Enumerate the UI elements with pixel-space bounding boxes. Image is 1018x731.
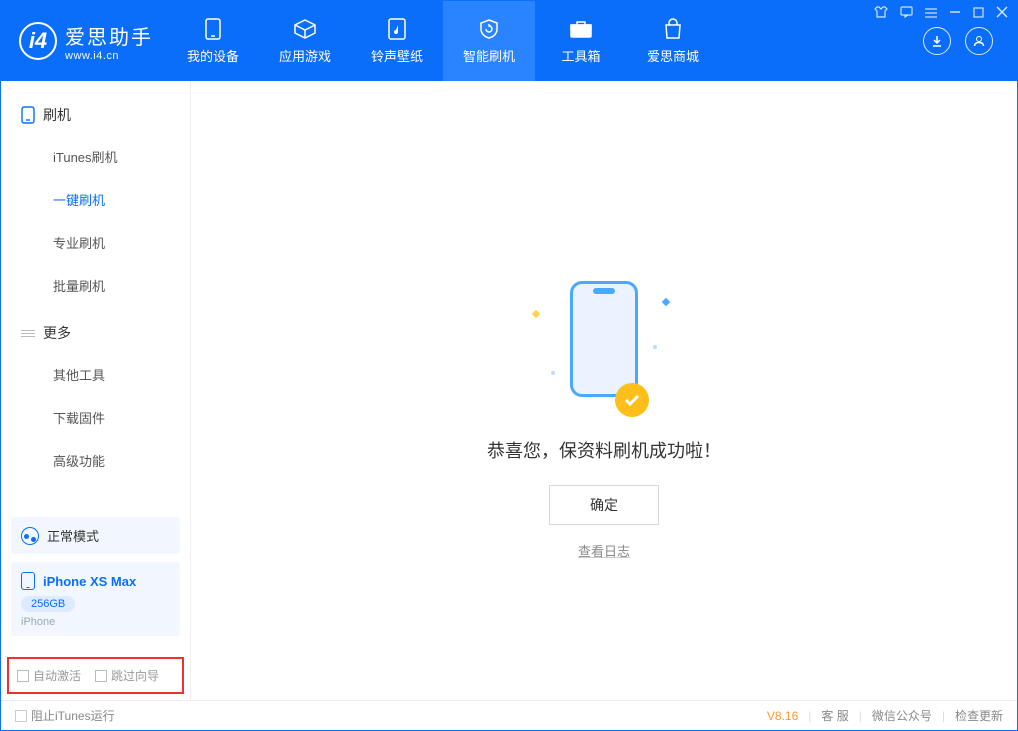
logo-icon: i4 — [19, 22, 57, 60]
tab-label: 应用游戏 — [279, 46, 331, 65]
download-button[interactable] — [923, 27, 951, 55]
sidebar-item-other-tools[interactable]: 其他工具 — [1, 353, 190, 396]
success-message: 恭喜您，保资料刷机成功啦！ — [487, 437, 721, 463]
tab-label: 智能刷机 — [463, 46, 515, 65]
group-label: 更多 — [43, 323, 71, 343]
tab-store[interactable]: 爱思商城 — [627, 1, 719, 81]
checkbox-skip-wizard[interactable]: 跳过向导 — [95, 667, 159, 684]
checkbox-label: 阻止iTunes运行 — [31, 707, 115, 724]
wechat-link[interactable]: 微信公众号 — [872, 707, 932, 724]
sidebar-group-more: 更多 — [1, 317, 190, 353]
sidebar-item-pro-flash[interactable]: 专业刷机 — [1, 221, 190, 264]
checkbox-icon — [15, 710, 27, 722]
app-header: i4 爱思助手 www.i4.cn 我的设备 应用游戏 铃声壁纸 智能刷机 工具… — [1, 1, 1017, 81]
header-right — [923, 27, 1017, 55]
checkbox-block-itunes[interactable]: 阻止iTunes运行 — [15, 707, 115, 724]
feedback-icon[interactable] — [900, 6, 913, 21]
phone-icon — [21, 572, 35, 590]
user-button[interactable] — [965, 27, 993, 55]
main-tabs: 我的设备 应用游戏 铃声壁纸 智能刷机 工具箱 爱思商城 — [167, 1, 719, 81]
storage-badge: 256GB — [21, 596, 75, 612]
tab-label: 工具箱 — [561, 46, 600, 65]
shirt-icon[interactable] — [874, 6, 888, 21]
close-button[interactable] — [996, 6, 1008, 21]
music-file-icon — [384, 18, 410, 40]
device-mode[interactable]: 正常模式 — [11, 517, 180, 554]
device-name: iPhone XS Max — [43, 574, 136, 589]
sidebar-item-itunes-flash[interactable]: iTunes刷机 — [1, 135, 190, 178]
device-type: iPhone — [21, 616, 170, 628]
tab-label: 爱思商城 — [647, 46, 699, 65]
phone-icon — [200, 18, 226, 40]
flash-options: 自动激活 跳过向导 — [7, 657, 184, 694]
brand-logo: i4 爱思助手 www.i4.cn — [1, 21, 167, 62]
view-log-link[interactable]: 查看日志 — [578, 541, 630, 560]
bag-icon — [660, 18, 686, 40]
mode-icon — [21, 527, 39, 545]
mode-label: 正常模式 — [47, 526, 99, 545]
brand-url: www.i4.cn — [65, 50, 153, 62]
device-card[interactable]: iPhone XS Max 256GB iPhone — [11, 562, 180, 636]
shield-refresh-icon — [476, 18, 502, 40]
sidebar-group-flash: 刷机 — [1, 99, 190, 135]
checkbox-icon — [95, 670, 107, 682]
tab-label: 我的设备 — [187, 46, 239, 65]
sidebar-item-advanced[interactable]: 高级功能 — [1, 439, 190, 482]
tab-apps[interactable]: 应用游戏 — [259, 1, 351, 81]
check-update-link[interactable]: 检查更新 — [955, 707, 1003, 724]
device-panel: 正常模式 iPhone XS Max 256GB iPhone — [11, 517, 180, 636]
tab-toolbox[interactable]: 工具箱 — [535, 1, 627, 81]
list-icon — [21, 330, 35, 337]
maximize-button[interactable] — [973, 6, 984, 21]
main-content: 恭喜您，保资料刷机成功啦！ 确定 查看日志 — [191, 81, 1017, 700]
checkbox-label: 跳过向导 — [111, 667, 159, 684]
sidebar-item-onekey-flash[interactable]: 一键刷机 — [1, 178, 190, 221]
tab-ringtones[interactable]: 铃声壁纸 — [351, 1, 443, 81]
version-label: V8.16 — [767, 709, 798, 723]
tab-my-device[interactable]: 我的设备 — [167, 1, 259, 81]
toolbox-icon — [568, 18, 594, 40]
menu-icon[interactable] — [925, 6, 937, 21]
brand-name: 爱思助手 — [65, 21, 153, 50]
sidebar-item-batch-flash[interactable]: 批量刷机 — [1, 264, 190, 307]
minimize-button[interactable] — [949, 6, 961, 21]
tab-label: 铃声壁纸 — [371, 46, 423, 65]
success-illustration — [529, 281, 679, 421]
checkbox-auto-activate[interactable]: 自动激活 — [17, 667, 81, 684]
checkbox-icon — [17, 670, 29, 682]
cube-icon — [292, 18, 318, 40]
phone-icon — [21, 106, 35, 124]
window-controls — [874, 6, 1008, 21]
checkbox-label: 自动激活 — [33, 667, 81, 684]
ok-button[interactable]: 确定 — [549, 485, 659, 525]
check-icon — [615, 383, 649, 417]
sidebar: 刷机 iTunes刷机 一键刷机 专业刷机 批量刷机 更多 其他工具 下载固件 … — [1, 81, 191, 700]
sidebar-item-firmware[interactable]: 下载固件 — [1, 396, 190, 439]
customer-service-link[interactable]: 客 服 — [821, 707, 848, 724]
group-label: 刷机 — [43, 105, 71, 125]
tab-smart-flash[interactable]: 智能刷机 — [443, 1, 535, 81]
status-bar: 阻止iTunes运行 V8.16 | 客 服 | 微信公众号 | 检查更新 — [1, 700, 1017, 730]
